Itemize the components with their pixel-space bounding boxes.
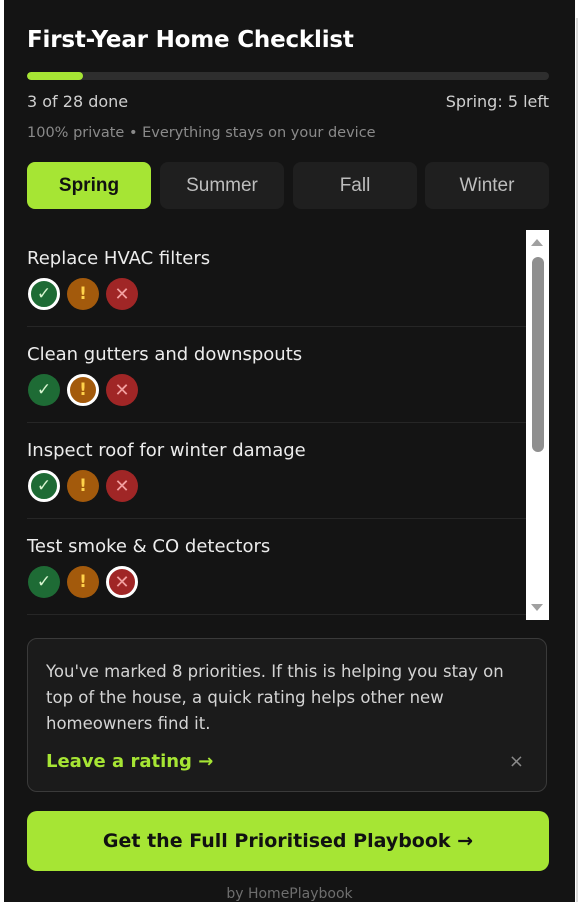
- checklist-panel: First-Year Home Checklist 3 of 28 done S…: [4, 0, 575, 902]
- skip-button[interactable]: ✕: [106, 278, 138, 310]
- leave-rating-link[interactable]: Leave a rating →: [46, 751, 213, 772]
- list-item: Replace HVAC filters ✓ ! ✕: [27, 230, 526, 327]
- footer-credit: by HomePlaybook: [226, 886, 353, 902]
- scrollbar-thumb[interactable]: [532, 257, 544, 452]
- list-item: Clean gutters and downspouts ✓ ! ✕: [27, 326, 526, 423]
- task-title: Clean gutters and downspouts: [27, 344, 303, 365]
- list-item: Test smoke & CO detectors ✓ ! ✕: [27, 518, 526, 615]
- rating-message: You've marked 8 priorities. If this is h…: [46, 662, 504, 733]
- status-buttons: ✓ ! ✕: [28, 566, 148, 598]
- priority-button[interactable]: !: [67, 566, 99, 598]
- progress-fill: [27, 72, 83, 80]
- task-list: Replace HVAC filters ✓ ! ✕ Clean gutters…: [4, 230, 526, 620]
- full-playbook-button[interactable]: Get the Full Prioritised Playbook →: [27, 811, 549, 871]
- status-buttons: ✓ ! ✕: [28, 374, 148, 406]
- list-item: Inspect roof for winter damage ✓ ! ✕: [27, 422, 526, 519]
- done-count: 3 of 28 done: [27, 92, 129, 111]
- task-title: Test smoke & CO detectors: [27, 536, 271, 557]
- window-edge: [576, 18, 581, 902]
- tab-fall[interactable]: Fall: [293, 162, 417, 209]
- task-list-scrollbar[interactable]: [526, 230, 549, 620]
- skip-button[interactable]: ✕: [106, 470, 138, 502]
- tab-spring[interactable]: Spring: [27, 162, 151, 209]
- progress-bar: [27, 72, 549, 80]
- privacy-note: 100% private • Everything stays on your …: [27, 125, 376, 141]
- status-buttons: ✓ ! ✕: [28, 278, 148, 310]
- priority-button[interactable]: !: [67, 374, 99, 406]
- priority-button[interactable]: !: [67, 470, 99, 502]
- done-button[interactable]: ✓: [28, 278, 60, 310]
- task-title: Inspect roof for winter damage: [27, 440, 306, 461]
- task-title: Replace HVAC filters: [27, 248, 211, 269]
- season-remaining: Spring: 5 left: [445, 92, 549, 111]
- priority-button[interactable]: !: [67, 278, 99, 310]
- page-title: First-Year Home Checklist: [27, 27, 354, 53]
- tab-winter[interactable]: Winter: [425, 162, 549, 209]
- rating-prompt-card: You've marked 8 priorities. If this is h…: [27, 638, 547, 792]
- status-buttons: ✓ ! ✕: [28, 470, 148, 502]
- season-tabs: Spring Summer Fall Winter: [27, 162, 549, 209]
- skip-button[interactable]: ✕: [106, 566, 138, 598]
- done-button[interactable]: ✓: [28, 470, 60, 502]
- scroll-down-arrow-icon[interactable]: [531, 604, 543, 611]
- done-button[interactable]: ✓: [28, 566, 60, 598]
- done-button[interactable]: ✓: [28, 374, 60, 406]
- close-icon[interactable]: ×: [509, 751, 524, 772]
- scroll-up-arrow-icon[interactable]: [531, 239, 543, 246]
- skip-button[interactable]: ✕: [106, 374, 138, 406]
- tab-summer[interactable]: Summer: [160, 162, 284, 209]
